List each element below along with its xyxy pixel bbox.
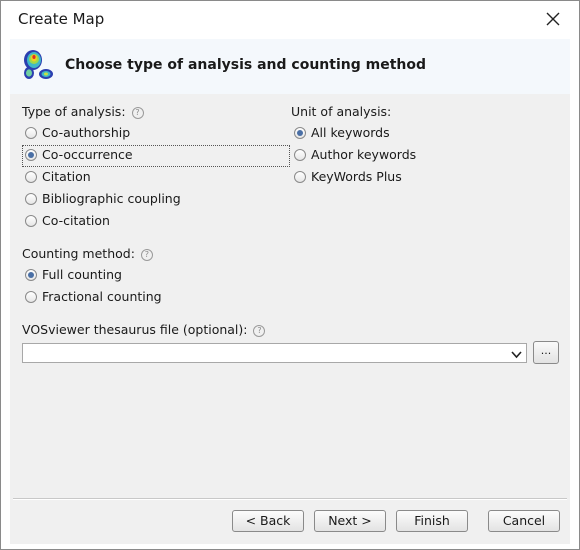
radio-label: Co-citation bbox=[42, 213, 110, 228]
page-heading: Choose type of analysis and counting met… bbox=[65, 57, 426, 73]
radio-indicator bbox=[25, 193, 37, 205]
radio-label: Fractional counting bbox=[42, 289, 162, 304]
radio-label: Co-authorship bbox=[42, 125, 131, 140]
finish-button[interactable]: Finish bbox=[396, 510, 468, 532]
radio-label: Full counting bbox=[42, 267, 122, 282]
title-bar: Create Map bbox=[1, 1, 579, 39]
radio-indicator-selected bbox=[294, 127, 306, 139]
window-title: Create Map bbox=[18, 10, 105, 28]
close-icon[interactable] bbox=[543, 9, 563, 29]
radio-label: Author keywords bbox=[311, 147, 417, 162]
counting-method-label: Counting method:? bbox=[22, 246, 153, 261]
chevron-down-icon[interactable] bbox=[511, 348, 522, 363]
vosviewer-logo-icon bbox=[22, 47, 54, 81]
help-icon[interactable]: ? bbox=[253, 325, 266, 337]
analysis-type-label: Type of analysis:? bbox=[22, 104, 144, 119]
cancel-button[interactable]: Cancel bbox=[488, 510, 560, 532]
radio-label: All keywords bbox=[311, 125, 390, 140]
back-button[interactable]: < Back bbox=[232, 510, 304, 532]
radio-label: Co-occurrence bbox=[42, 147, 133, 162]
divider-highlight bbox=[13, 499, 567, 500]
radio-indicator bbox=[294, 149, 306, 161]
create-map-dialog: Create Map Choose type of analysis and c… bbox=[0, 0, 580, 550]
radio-label: Citation bbox=[42, 169, 91, 184]
next-button[interactable]: Next > bbox=[314, 510, 386, 532]
radio-indicator bbox=[25, 291, 37, 303]
radio-indicator bbox=[294, 171, 306, 183]
analysis-type-label-text: Type of analysis: bbox=[22, 104, 126, 119]
options-panel: Type of analysis:? Co-authorship Co-occu… bbox=[10, 94, 570, 544]
help-icon[interactable]: ? bbox=[131, 107, 144, 119]
thesaurus-label: VOSviewer thesaurus file (optional):? bbox=[22, 322, 266, 337]
radio-indicator-selected bbox=[25, 269, 37, 281]
help-icon[interactable]: ? bbox=[140, 249, 153, 261]
radio-indicator bbox=[25, 215, 37, 227]
wizard-header: Choose type of analysis and counting met… bbox=[10, 39, 570, 94]
radio-label: Bibliographic coupling bbox=[42, 191, 181, 206]
radio-indicator-selected bbox=[25, 149, 37, 161]
thesaurus-file-select[interactable] bbox=[22, 343, 527, 363]
unit-of-analysis-label: Unit of analysis: bbox=[291, 104, 392, 119]
radio-indicator bbox=[25, 171, 37, 183]
radio-label: KeyWords Plus bbox=[311, 169, 402, 184]
radio-indicator bbox=[25, 127, 37, 139]
browse-button[interactable]: ... bbox=[533, 341, 559, 364]
thesaurus-label-text: VOSviewer thesaurus file (optional): bbox=[22, 322, 248, 337]
counting-method-label-text: Counting method: bbox=[22, 246, 135, 261]
